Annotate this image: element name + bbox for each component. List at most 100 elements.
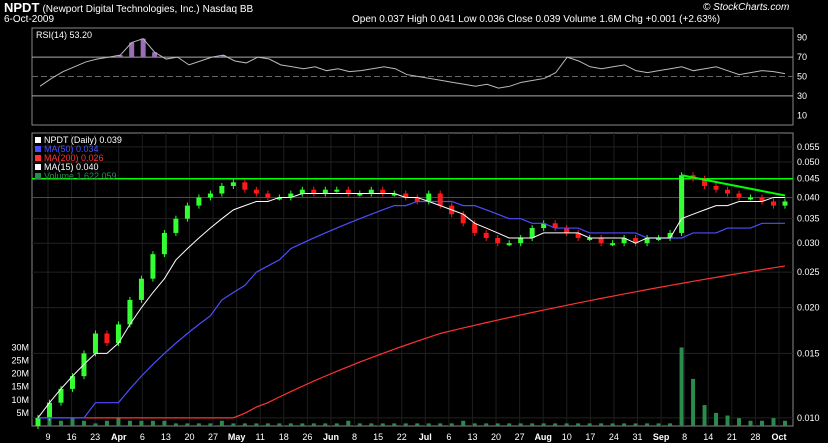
- volume-bar: [70, 418, 75, 426]
- volume-bar: [346, 420, 351, 426]
- volume-bar: [104, 420, 109, 426]
- candle-body: [184, 205, 190, 219]
- candle-body: [345, 189, 351, 194]
- volume-bar: [760, 420, 765, 426]
- x-tick-label: 15: [373, 432, 383, 442]
- candle-body: [529, 228, 535, 238]
- candle-body: [748, 197, 754, 200]
- candle-body: [138, 278, 144, 300]
- volume-bar: [771, 418, 776, 426]
- volume-bar: [185, 423, 190, 426]
- price-chart: 10 30 50 70 90 RSI(14) 53.20 0.010 0.015 0.020 0.…: [11, 27, 820, 442]
- volume-bar: [127, 420, 132, 426]
- volume-bar: [162, 420, 167, 426]
- x-tick-label: 11: [256, 432, 265, 442]
- volume-bar: [116, 418, 121, 426]
- candle-body: [127, 299, 133, 325]
- volume-bar: [219, 420, 224, 426]
- price-tick-label: 0.010: [797, 413, 820, 423]
- x-tick-label: 22: [397, 432, 407, 442]
- x-tick-label: 10: [562, 432, 572, 442]
- volume-bar: [461, 420, 466, 426]
- candle-body: [472, 223, 478, 233]
- volume-bar: [691, 378, 696, 426]
- candle-body: [253, 189, 259, 194]
- volume-bar: [173, 423, 178, 426]
- x-tick-label: 13: [467, 432, 477, 442]
- x-tick-label: 20: [184, 432, 194, 442]
- x-tick-label: 17: [585, 432, 595, 442]
- candle-body: [518, 237, 524, 244]
- volume-bar: [392, 423, 397, 426]
- volume-bar: [300, 423, 305, 426]
- x-tick-label: Aug: [534, 432, 552, 442]
- candle-body: [322, 189, 328, 194]
- volume-tick-label: 15M: [11, 382, 29, 392]
- volume-bar: [196, 423, 201, 426]
- legend-swatch: [35, 155, 41, 161]
- volume-bar: [518, 423, 523, 426]
- volume-bar: [265, 423, 270, 426]
- candle-body: [242, 182, 248, 190]
- volume-bar: [679, 347, 684, 426]
- volume-bar: [783, 420, 787, 426]
- candle-body: [771, 201, 777, 206]
- volume-tick-label: 20M: [11, 369, 29, 379]
- candle-body: [265, 193, 271, 198]
- x-tick-label: 28: [750, 432, 760, 442]
- x-tick-label: 13: [161, 432, 171, 442]
- volume-bar: [484, 423, 489, 426]
- price-tick-label: 0.025: [797, 267, 820, 277]
- rsi-tick-label: 50: [797, 72, 807, 82]
- volume-bar: [438, 423, 443, 426]
- candle-body: [437, 193, 443, 206]
- candle-body: [679, 175, 685, 233]
- x-tick-label: Sep: [653, 432, 670, 442]
- volume-bar: [748, 420, 753, 426]
- x-tick-label: 8: [682, 432, 687, 442]
- candle-body: [713, 185, 719, 190]
- volume-bar: [231, 423, 236, 426]
- volume-bar: [645, 423, 650, 426]
- volume-bar: [81, 420, 86, 426]
- candle-body: [736, 193, 742, 198]
- candle-body: [230, 182, 236, 186]
- candle-body: [610, 243, 616, 246]
- x-tick-label: 14: [703, 432, 713, 442]
- volume-tick-label: 5M: [16, 408, 29, 418]
- volume-bar: [208, 423, 213, 426]
- volume-bar: [369, 423, 374, 426]
- candle-body: [207, 193, 213, 198]
- candle-body: [150, 254, 156, 279]
- candle-body: [495, 237, 501, 244]
- volume-bar: [507, 423, 512, 426]
- volume-bar: [380, 423, 385, 426]
- candle-body: [506, 243, 512, 246]
- price-tick-label: 0.055: [797, 142, 820, 152]
- price-tick-label: 0.030: [797, 238, 820, 248]
- volume-bar: [150, 420, 155, 426]
- candle-body: [161, 232, 167, 255]
- volume-bar: [426, 423, 431, 426]
- candle-body: [299, 189, 305, 194]
- x-tick-label: 8: [352, 432, 357, 442]
- x-tick-label: 31: [633, 432, 643, 442]
- x-tick-label: Oct: [771, 432, 786, 442]
- x-tick-label: 26: [302, 432, 312, 442]
- volume-bar: [403, 423, 408, 426]
- volume-bar: [288, 423, 293, 426]
- x-tick-label: Jun: [323, 432, 339, 442]
- x-tick-label: Apr: [111, 432, 127, 442]
- volume-bar: [702, 405, 707, 426]
- x-tick-label: Jul: [419, 432, 432, 442]
- volume-bar: [277, 423, 282, 426]
- candle-body: [598, 237, 604, 244]
- volume-bar: [415, 423, 420, 426]
- candle-body: [426, 193, 432, 202]
- x-tick-label: 6: [446, 432, 451, 442]
- x-tick-label: 16: [67, 432, 77, 442]
- volume-bar: [530, 423, 535, 426]
- legend-swatch: [35, 137, 41, 143]
- volume-bar: [564, 423, 569, 426]
- price-tick-label: 0.040: [797, 192, 820, 202]
